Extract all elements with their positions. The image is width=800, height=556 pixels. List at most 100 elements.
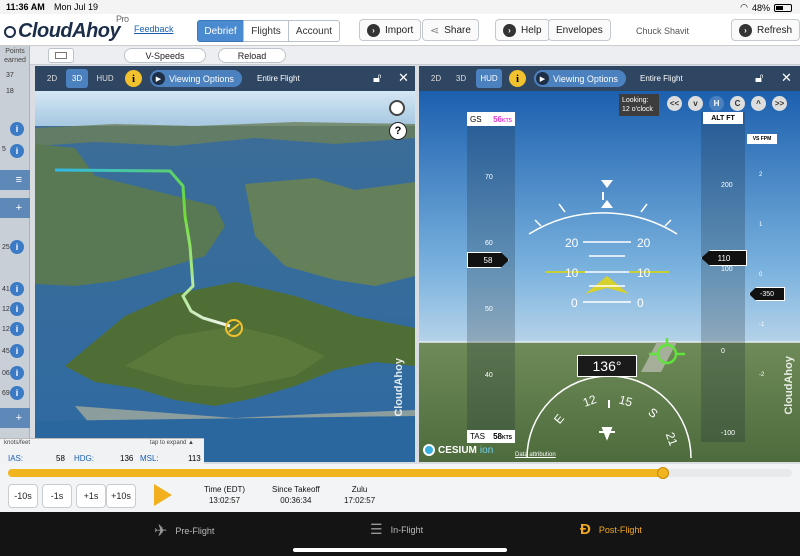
rewind-icon[interactable]: <<: [667, 96, 682, 111]
pane-3d[interactable]: 2D 3D HUD i ▶ Viewing Options Entire Fli…: [35, 66, 415, 462]
pane-hud[interactable]: 2D 3D HUD i ▶ Viewing Options Entire Fli…: [419, 66, 800, 462]
info-icon[interactable]: i: [10, 122, 24, 136]
altitude-tick: 200: [721, 182, 733, 189]
plus-icon[interactable]: +: [0, 408, 30, 428]
zulu-value: 17:02:57: [344, 496, 376, 505]
tab-flights[interactable]: Flights: [243, 20, 289, 42]
sub-toolbar: V-Speeds Reload: [0, 46, 800, 65]
import-button[interactable]: › Import: [359, 19, 422, 41]
forward-10s-button[interactable]: +10s: [106, 484, 136, 508]
msl-label: MSL:: [140, 454, 159, 463]
reload-button[interactable]: Reload: [218, 48, 286, 63]
tab-3d[interactable]: 3D: [66, 69, 88, 88]
rail-value: 25: [2, 244, 10, 251]
pitch-label: 10: [637, 266, 651, 280]
help-icon[interactable]: ?: [389, 122, 407, 140]
altitude-indicator: 110: [701, 250, 747, 266]
tab-3d[interactable]: 3D: [450, 69, 472, 88]
center-icon[interactable]: C: [730, 96, 745, 111]
look-down-icon[interactable]: v: [688, 96, 703, 111]
timeline-track[interactable]: [8, 467, 792, 479]
rail-value: 69: [2, 390, 10, 397]
info-icon[interactable]: i: [125, 70, 142, 87]
timeline-scrubber[interactable]: [657, 467, 670, 479]
expand-hint[interactable]: tap to expand ▲: [150, 440, 194, 446]
share-button[interactable]: ⋖ Share: [422, 19, 479, 41]
viewing-options-button[interactable]: ▶ Viewing Options: [534, 70, 626, 87]
tab-hud[interactable]: HUD: [476, 69, 502, 88]
tab-2d[interactable]: 2D: [425, 69, 447, 88]
data-attribution-link[interactable]: Data attribution: [515, 452, 556, 458]
altitude-header: ALT FT: [703, 112, 743, 124]
ias-value: 58: [56, 454, 65, 463]
feedback-link[interactable]: Feedback: [134, 24, 174, 34]
looking-direction: 12 o'clock: [622, 106, 653, 113]
info-icon[interactable]: i: [10, 144, 24, 158]
preflight-label: Pre-Flight: [175, 526, 215, 536]
msl-value: 113: [188, 454, 201, 463]
panel-toggle-button[interactable]: [48, 48, 74, 63]
refresh-button[interactable]: › Refresh: [731, 19, 800, 41]
app-header: CloudAhoy Pro Feedback Debrief Flights A…: [0, 14, 800, 46]
info-icon[interactable]: i: [509, 70, 526, 87]
menu-icon[interactable]: ≡: [0, 170, 30, 190]
info-icon[interactable]: i: [10, 366, 24, 380]
tab-account[interactable]: Account: [288, 20, 340, 42]
info-icon[interactable]: i: [10, 302, 24, 316]
scope-label: Entire Flight: [640, 74, 683, 83]
map-3d-view[interactable]: [35, 66, 415, 462]
status-right: ◠ 48%: [740, 2, 792, 13]
help-button[interactable]: › Help: [495, 19, 550, 41]
looking-label: Looking:: [622, 97, 649, 104]
unlock-icon[interactable]: 🔓︎: [373, 70, 381, 86]
back-10s-button[interactable]: -10s: [8, 484, 38, 508]
forward-1s-button[interactable]: +1s: [76, 484, 106, 508]
tab-inflight[interactable]: ☰ In-Flight: [370, 521, 423, 538]
heading-icon[interactable]: H: [709, 96, 724, 111]
compass-nav-icon[interactable]: [389, 100, 405, 116]
gs-value: 56KTS: [493, 114, 512, 124]
pitch-label: 10: [565, 266, 579, 280]
pitch-label: 20: [565, 236, 579, 250]
vs-tick: -2: [759, 372, 765, 378]
help-label: Help: [521, 24, 542, 36]
heading-indicator: 136°: [577, 355, 637, 377]
tas-box: TAS 58KTS: [467, 430, 515, 443]
panel-icon: [55, 52, 67, 59]
info-icon[interactable]: i: [10, 386, 24, 400]
ias-label: IAS:: [8, 454, 24, 463]
looking-indicator: Looking: 12 o'clock: [619, 94, 659, 116]
envelopes-button[interactable]: Envelopes: [548, 19, 611, 41]
plus-icon[interactable]: +: [0, 198, 30, 218]
look-up-icon[interactable]: ^: [751, 96, 766, 111]
info-icon[interactable]: i: [10, 282, 24, 296]
play-icon[interactable]: [154, 484, 172, 506]
rail-value: 37: [6, 72, 14, 79]
tab-debrief[interactable]: Debrief: [197, 20, 244, 42]
back-1s-button[interactable]: -1s: [42, 484, 72, 508]
inflight-label: In-Flight: [390, 524, 424, 535]
fast-forward-icon[interactable]: >>: [772, 96, 787, 111]
groundspeed-box: GS 56KTS: [467, 112, 515, 126]
close-icon[interactable]: ✕: [781, 70, 792, 86]
tab-preflight[interactable]: ✈ Pre-Flight: [154, 521, 214, 541]
points-label: Points: [5, 48, 25, 55]
unlock-icon[interactable]: 🔓︎: [755, 70, 763, 86]
info-icon[interactable]: i: [10, 240, 24, 254]
flight-info-bar[interactable]: knots/feet tap to expand ▲ IAS: 58 HDG: …: [0, 438, 204, 464]
since-takeoff: Since Takeoff 00:36:34: [272, 484, 320, 506]
tas-value: 58KTS: [493, 432, 512, 441]
tab-hud[interactable]: HUD: [92, 69, 118, 88]
info-icon[interactable]: i: [10, 322, 24, 336]
time-edt-value: 13:02:57: [208, 496, 241, 505]
viewing-options-button[interactable]: ▶ Viewing Options: [150, 70, 242, 87]
timeline-progress: [8, 469, 664, 477]
ios-status-bar: 11:36 AM Mon Jul 19 ◠ 48%: [0, 0, 800, 14]
vspeeds-button[interactable]: V-Speeds: [124, 48, 206, 63]
tab-postflight[interactable]: Ð Post-Flight: [580, 521, 642, 538]
tab-2d[interactable]: 2D: [41, 69, 63, 88]
altitude-tick: 100: [721, 266, 733, 273]
close-icon[interactable]: ✕: [398, 70, 409, 86]
info-icon[interactable]: i: [10, 344, 24, 358]
vs-tick: 0: [759, 272, 763, 278]
